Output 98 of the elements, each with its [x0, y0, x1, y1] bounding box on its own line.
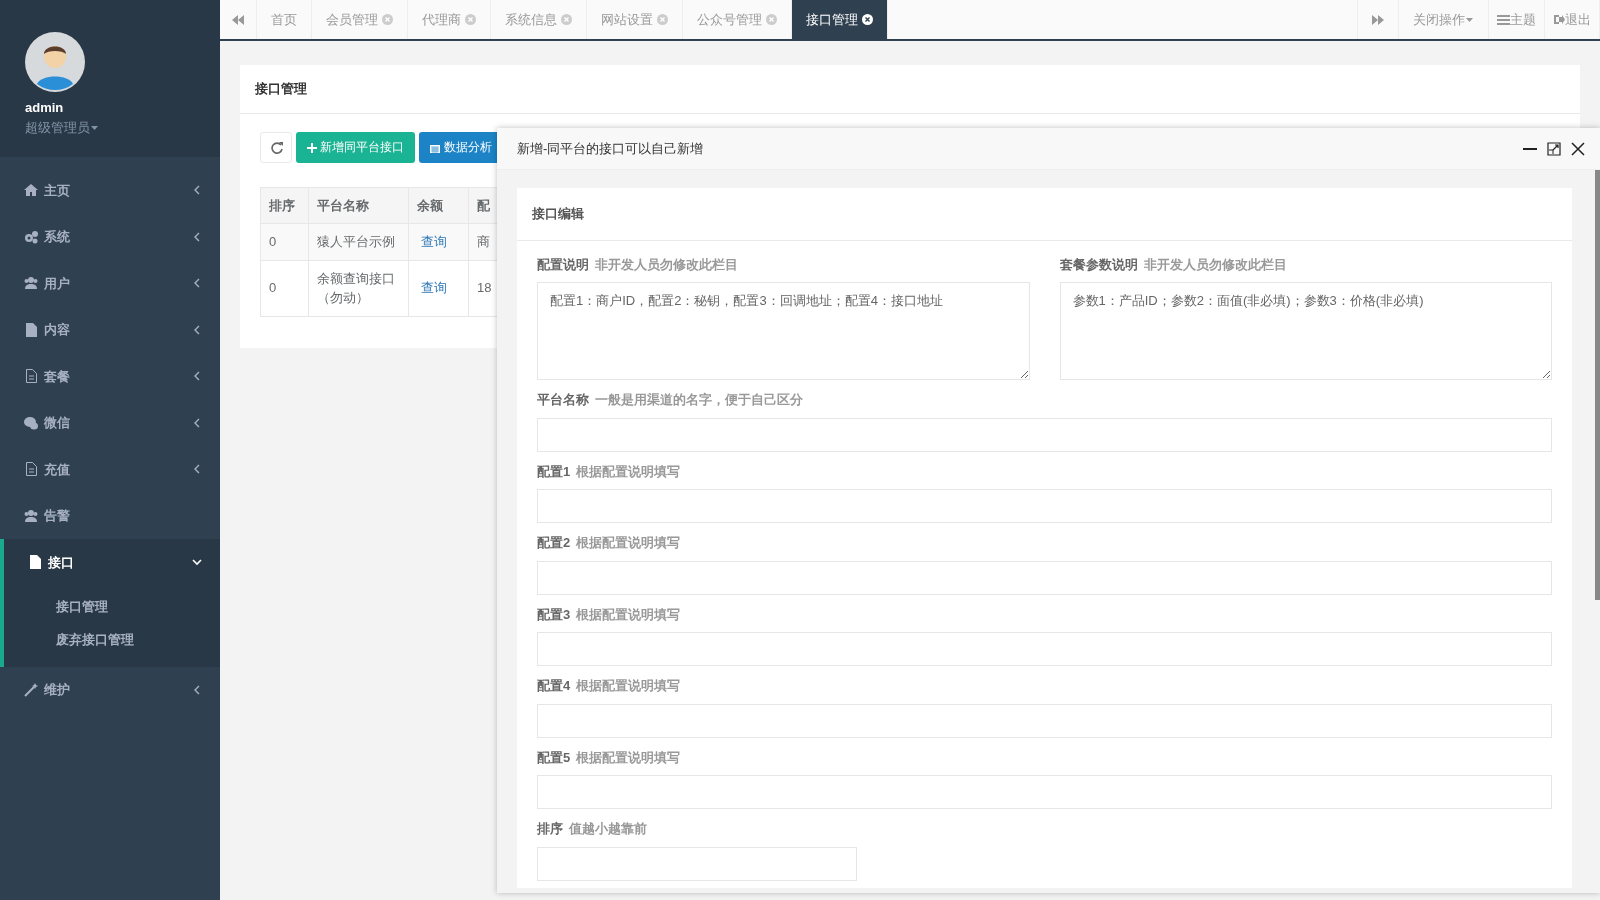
document-icon	[28, 555, 42, 570]
refresh-button[interactable]	[260, 131, 292, 163]
submenu-item[interactable]: 废弃接口管理	[4, 623, 134, 657]
chevron-left-icon	[192, 464, 202, 475]
input-field[interactable]	[537, 703, 1552, 738]
gears-icon	[24, 229, 38, 244]
field-hint: 一般是用渠道的名字，便于自己区分	[595, 392, 803, 407]
query-link[interactable]: 查询	[421, 234, 447, 249]
add-button[interactable]: 新增同平台接口	[296, 131, 416, 163]
chevron-left-icon	[192, 324, 202, 335]
rewind-icon	[232, 14, 244, 25]
sidebar-item[interactable]: 微信	[0, 399, 220, 446]
field-label: 配置1	[537, 463, 571, 479]
card-title: 接口编辑	[517, 188, 1572, 241]
panel-title: 接口管理	[240, 65, 1580, 114]
close-button[interactable]	[1570, 140, 1586, 157]
table-cell: 余额查询接口（勿动）	[308, 260, 409, 316]
table-cell: 猿人平台示例	[308, 223, 409, 260]
field-hint: 非开发人员勿修改此栏目	[1143, 256, 1287, 272]
users-icon	[24, 508, 38, 523]
plus-icon	[307, 142, 317, 153]
close-icon	[561, 14, 572, 25]
chevron-down-icon	[192, 557, 202, 568]
document-icon	[24, 369, 38, 384]
text-area[interactable]: 配置1：商户ID，配置2：秘钥，配置3：回调地址；配置4：接口地址	[537, 282, 1030, 380]
caret-icon	[1465, 16, 1474, 23]
sidebar-item[interactable]: 套餐	[0, 353, 220, 400]
avatar-icon	[25, 32, 85, 92]
field-hint: 根据配置说明填写	[576, 535, 681, 550]
minimize-icon	[1523, 147, 1537, 150]
field-hint: 非开发人员勿修改此栏目	[595, 256, 738, 272]
column-header: 排序	[260, 187, 309, 224]
column-header: 平台名称	[308, 187, 409, 224]
chevron-left-icon	[192, 185, 202, 196]
column-header: 余额	[408, 187, 469, 224]
chat-icon	[24, 415, 38, 430]
query-link[interactable]: 查询	[421, 280, 447, 296]
scrollbar-thumb[interactable]	[1595, 170, 1600, 600]
field-hint: 值越小越靠前	[569, 821, 647, 836]
sidebar-item[interactable]: 主页	[0, 167, 220, 214]
field-label: 配置4	[537, 678, 571, 693]
tab[interactable]: 接口管理	[792, 0, 888, 39]
scroll-right-button[interactable]	[1357, 0, 1399, 39]
input-field[interactable]	[537, 632, 1552, 666]
sidebar-item[interactable]: 用户	[0, 260, 220, 307]
field-label: 排序	[537, 821, 563, 836]
field-hint: 根据配置说明填写	[576, 678, 681, 693]
field-label: 套餐参数说明	[1059, 256, 1138, 272]
field-hint: 根据配置说明填写	[576, 749, 681, 765]
caret-icon	[90, 125, 99, 132]
document-icon	[24, 462, 38, 477]
dialog-title: 新增-同平台的接口可以自己新增	[517, 139, 705, 158]
sidebar-item[interactable]: 接口	[0, 539, 220, 586]
close-icon	[766, 14, 777, 25]
role-dropdown[interactable]: 超级管理员	[25, 117, 99, 137]
logout-icon	[1553, 14, 1565, 25]
sidebar-item[interactable]: 告警	[0, 492, 220, 539]
field-label: 配置说明	[537, 256, 589, 272]
fast-forward-icon	[1372, 14, 1384, 25]
input-field[interactable]	[537, 775, 1552, 809]
user-name: admin	[25, 99, 65, 117]
table-cell: 0	[260, 260, 309, 316]
close-icon	[1571, 141, 1585, 156]
chevron-left-icon	[192, 231, 202, 242]
field-label: 配置5	[537, 749, 571, 765]
input-field[interactable]	[537, 846, 857, 881]
field-hint: 根据配置说明填写	[576, 606, 681, 622]
input-field[interactable]	[537, 417, 1552, 452]
chevron-left-icon	[192, 278, 202, 289]
refresh-icon	[271, 141, 283, 154]
theme-icon	[1497, 14, 1510, 25]
field-label: 配置2	[537, 535, 571, 550]
field-label: 平台名称	[537, 392, 589, 407]
submenu-item[interactable]: 接口管理	[4, 589, 108, 623]
maximize-button[interactable]	[1546, 140, 1562, 157]
chevron-left-icon	[192, 417, 202, 428]
home-icon	[24, 183, 38, 198]
close-icon	[657, 14, 668, 25]
calendar-icon	[430, 142, 441, 153]
sidebar-item[interactable]: 内容	[0, 306, 220, 353]
table-cell: 0	[260, 223, 309, 260]
sidebar-item[interactable]: 系统	[0, 213, 220, 260]
wand-icon	[24, 682, 38, 697]
maximize-icon	[1547, 141, 1561, 156]
field-label: 配置3	[537, 606, 571, 622]
chevron-left-icon	[192, 684, 202, 695]
input-field[interactable]	[537, 489, 1552, 523]
users-icon	[24, 276, 38, 291]
close-icon	[862, 14, 873, 25]
field-hint: 根据配置说明填写	[576, 463, 681, 479]
chevron-left-icon	[192, 371, 202, 382]
input-field[interactable]	[537, 560, 1552, 595]
close-icon	[465, 14, 476, 25]
document-icon	[24, 322, 38, 337]
sidebar-item[interactable]: 充值	[0, 446, 220, 493]
close-icon	[382, 14, 393, 25]
sidebar-item[interactable]: 维护	[0, 666, 220, 713]
text-area[interactable]: 参数1：产品ID；参数2：面值(非必填)；参数3：价格(非必填)	[1059, 282, 1552, 380]
